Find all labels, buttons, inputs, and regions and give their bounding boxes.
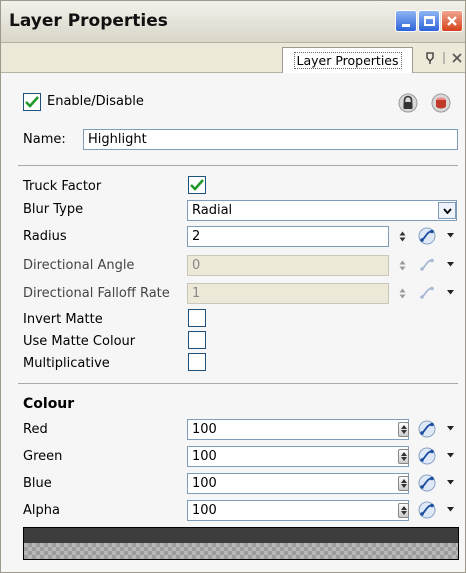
directional-angle-field: 0 bbox=[187, 255, 389, 276]
blur-type-value: Radial bbox=[192, 203, 233, 218]
layer-color-icon[interactable] bbox=[431, 93, 451, 113]
function-curve-icon[interactable] bbox=[418, 501, 438, 519]
tab-layer-properties[interactable]: Layer Properties bbox=[282, 47, 413, 73]
chevron-down-icon bbox=[442, 207, 452, 214]
directional-falloff-label: Directional Falloff Rate bbox=[23, 286, 170, 301]
minimize-icon bbox=[402, 23, 410, 27]
blur-type-select[interactable]: Radial bbox=[187, 200, 457, 221]
green-label: Green bbox=[23, 449, 63, 464]
directional-angle-spinner-icon bbox=[399, 260, 406, 271]
checkmark-icon bbox=[25, 96, 39, 108]
lock-icon[interactable] bbox=[398, 93, 418, 113]
separator bbox=[18, 165, 458, 166]
use-matte-colour-label: Use Matte Colour bbox=[23, 334, 136, 349]
blue-field[interactable]: 100 bbox=[187, 473, 409, 494]
green-field[interactable]: 100 bbox=[187, 446, 409, 467]
truck-factor-checkbox[interactable] bbox=[188, 176, 206, 194]
tab-tools bbox=[423, 50, 463, 65]
directional-falloff-spinner-icon bbox=[399, 288, 406, 299]
enable-label: Enable/Disable bbox=[47, 94, 144, 109]
alpha-field[interactable]: 100 bbox=[187, 500, 409, 521]
colour-swatch[interactable] bbox=[23, 527, 459, 560]
caret-down-icon[interactable] bbox=[447, 507, 454, 512]
pin-icon[interactable] bbox=[423, 51, 437, 65]
minimize-button[interactable] bbox=[395, 10, 417, 32]
function-curve-icon[interactable] bbox=[418, 227, 438, 245]
maximize-icon bbox=[423, 16, 435, 26]
red-spinner[interactable] bbox=[398, 422, 409, 437]
close-button[interactable] bbox=[441, 10, 463, 32]
caret-down-icon[interactable] bbox=[447, 453, 454, 458]
green-spinner[interactable] bbox=[398, 449, 409, 464]
tab-label: Layer Properties bbox=[293, 52, 402, 69]
use-matte-colour-checkbox[interactable] bbox=[188, 331, 206, 349]
divider-icon bbox=[443, 51, 445, 64]
maximize-button[interactable] bbox=[418, 10, 440, 32]
title-bar[interactable]: Layer Properties bbox=[1, 1, 465, 43]
close-tab-icon[interactable] bbox=[451, 52, 463, 64]
window-title: Layer Properties bbox=[9, 11, 168, 31]
name-label: Name: bbox=[23, 132, 66, 147]
invert-matte-label: Invert Matte bbox=[23, 312, 103, 327]
checkmark-icon bbox=[190, 179, 204, 191]
invert-matte-checkbox[interactable] bbox=[188, 309, 206, 327]
colour-section-title: Colour bbox=[23, 396, 75, 412]
blur-type-label: Blur Type bbox=[23, 202, 84, 217]
radius-spinner-icon[interactable] bbox=[399, 231, 406, 242]
function-curve-icon[interactable] bbox=[418, 447, 438, 465]
radius-field[interactable]: 2 bbox=[187, 226, 389, 247]
caret-down-icon[interactable] bbox=[447, 233, 454, 238]
alpha-label: Alpha bbox=[23, 503, 60, 518]
blur-type-dropdown-button[interactable] bbox=[438, 202, 456, 219]
multiplicative-label: Multiplicative bbox=[23, 356, 110, 371]
function-curve-icon[interactable] bbox=[418, 474, 438, 492]
layer-properties-window: Layer Properties Layer Properties Enable… bbox=[0, 0, 466, 573]
alpha-checker bbox=[24, 543, 458, 559]
function-curve-icon bbox=[420, 286, 434, 299]
multiplicative-checkbox[interactable] bbox=[188, 353, 206, 371]
properties-panel: Enable/Disable Name: Highlight Truck Fac… bbox=[1, 73, 465, 572]
enable-checkbox[interactable] bbox=[23, 93, 41, 111]
directional-falloff-field: 1 bbox=[187, 283, 389, 304]
red-field[interactable]: 100 bbox=[187, 419, 409, 440]
alpha-spinner[interactable] bbox=[398, 503, 409, 518]
separator bbox=[18, 383, 458, 384]
name-field[interactable]: Highlight bbox=[83, 129, 458, 150]
caret-down-icon[interactable] bbox=[447, 290, 454, 295]
function-curve-icon[interactable] bbox=[418, 420, 438, 438]
caret-down-icon[interactable] bbox=[447, 426, 454, 431]
close-icon bbox=[447, 16, 457, 26]
tab-strip: Layer Properties bbox=[1, 43, 465, 73]
caret-down-icon[interactable] bbox=[447, 262, 454, 267]
truck-factor-label: Truck Factor bbox=[23, 179, 102, 194]
function-curve-icon bbox=[420, 258, 434, 271]
red-label: Red bbox=[23, 422, 48, 437]
directional-angle-label: Directional Angle bbox=[23, 258, 135, 273]
caret-down-icon[interactable] bbox=[447, 480, 454, 485]
radius-label: Radius bbox=[23, 229, 67, 244]
blue-label: Blue bbox=[23, 476, 52, 491]
blue-spinner[interactable] bbox=[398, 476, 409, 491]
